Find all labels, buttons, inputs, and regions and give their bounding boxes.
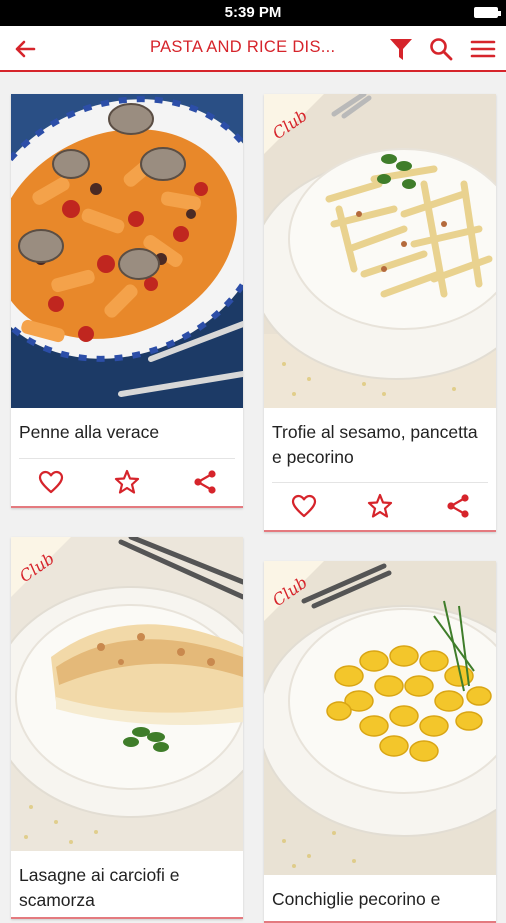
recipe-name[interactable]: Penne alla verace <box>19 420 235 445</box>
status-time: 5:39 PM <box>224 4 282 21</box>
heart-icon[interactable] <box>290 492 318 520</box>
divider <box>19 458 235 459</box>
search-icon[interactable] <box>428 36 454 62</box>
recipe-grid: Penne alla verace Club Trofie al sesamo,… <box>0 72 506 923</box>
recipe-card[interactable]: Club Conchiglie pecorino e <box>264 561 496 923</box>
club-badge: Club <box>264 561 324 621</box>
divider <box>272 482 488 483</box>
share-icon[interactable] <box>444 492 472 520</box>
recipe-actions <box>11 460 243 504</box>
recipe-actions <box>264 484 496 528</box>
recipe-card[interactable]: Penne alla verace <box>11 94 243 508</box>
recipe-name[interactable]: Trofie al sesamo, pancetta e pecorino <box>272 420 488 470</box>
star-icon[interactable] <box>366 492 394 520</box>
recipe-card[interactable]: Club Lasagne ai carciofi e scamorza <box>11 537 243 919</box>
app-bar: PASTA AND RICE DIS... <box>0 26 506 72</box>
page-title: PASTA AND RICE DIS... <box>150 38 336 56</box>
status-bar: 5:39 PM <box>0 0 506 26</box>
filter-icon[interactable] <box>388 36 414 62</box>
recipe-photo[interactable] <box>11 94 243 408</box>
battery-icon <box>474 7 501 18</box>
heart-icon[interactable] <box>37 468 65 496</box>
club-badge: Club <box>11 537 71 597</box>
recipe-name[interactable]: Lasagne ai carciofi e scamorza <box>19 863 235 913</box>
share-icon[interactable] <box>191 468 219 496</box>
hamburger-menu-icon[interactable] <box>470 36 496 62</box>
back-arrow-icon[interactable] <box>10 34 40 64</box>
recipe-card[interactable]: Club Trofie al sesamo, pancetta e pecori… <box>264 94 496 532</box>
club-badge: Club <box>264 94 324 154</box>
star-icon[interactable] <box>113 468 141 496</box>
